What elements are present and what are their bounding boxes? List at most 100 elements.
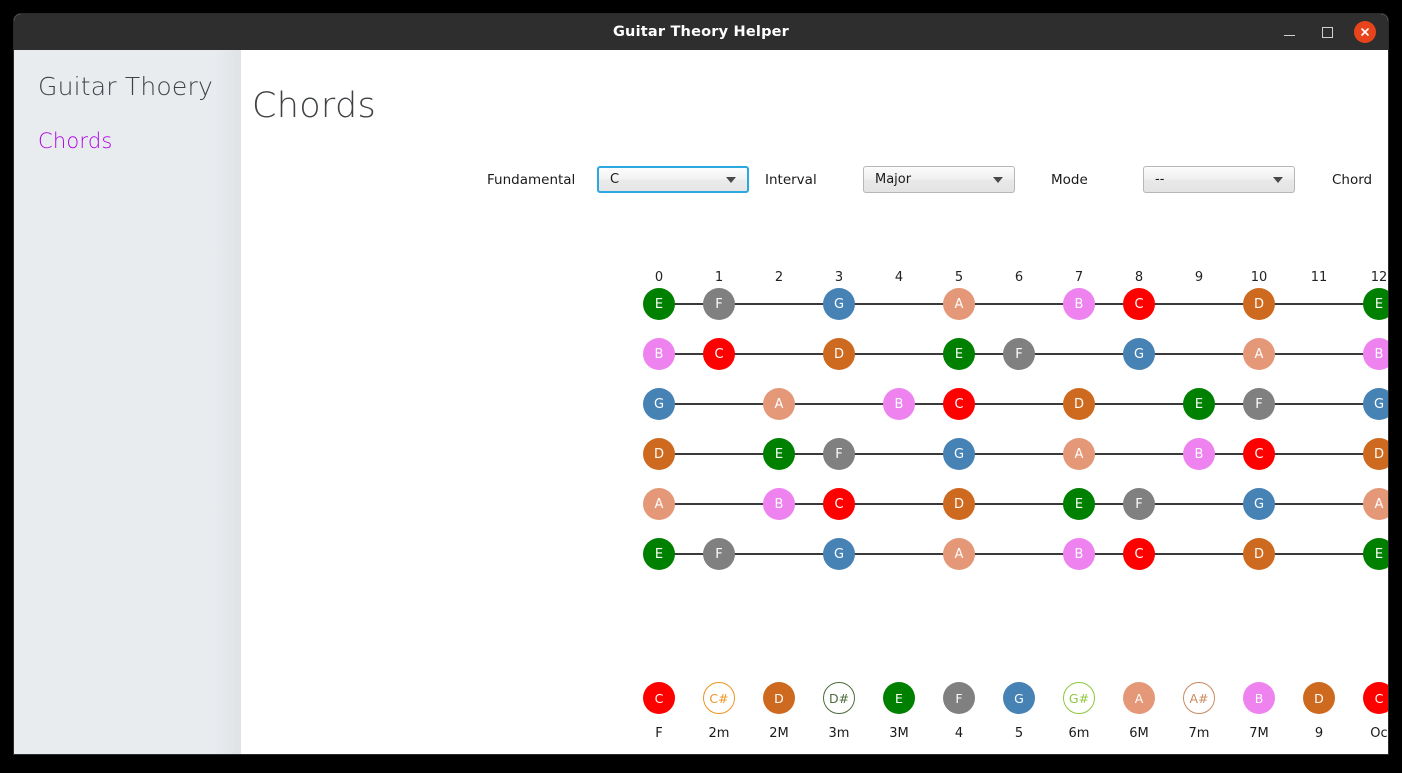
note-marker[interactable]: B [1063, 538, 1095, 570]
note-marker[interactable]: G [943, 438, 975, 470]
legend-note-circle[interactable]: E [883, 682, 915, 714]
close-button[interactable] [1352, 19, 1378, 45]
legend-item: D 2M [754, 682, 804, 741]
note-marker[interactable]: C [1243, 438, 1275, 470]
main-panel: Chords Fundamental C Interval Major Mode -- Ch… [241, 50, 1388, 754]
legend-degree-label: 3m [828, 726, 850, 741]
note-marker[interactable]: D [823, 338, 855, 370]
fret-number-3: 3 [834, 270, 844, 285]
note-marker[interactable]: A [763, 388, 795, 420]
note-marker[interactable]: F [703, 538, 735, 570]
sidebar-title: Guitar Thoery [38, 72, 213, 101]
note-marker[interactable]: B [643, 338, 675, 370]
page-title: Chords [252, 86, 377, 126]
title-bar[interactable]: Guitar Theory Helper [14, 14, 1388, 50]
note-marker[interactable]: A [1063, 438, 1095, 470]
legend-note-circle[interactable]: F [943, 682, 975, 714]
sidebar-item-chords[interactable]: Chords [14, 101, 241, 153]
maximize-button[interactable] [1314, 19, 1340, 45]
note-marker[interactable]: A [943, 288, 975, 320]
note-marker[interactable]: G [823, 288, 855, 320]
note-marker[interactable]: A [943, 538, 975, 570]
note-marker[interactable]: E [1363, 538, 1388, 570]
note-marker[interactable]: D [1243, 288, 1275, 320]
legend-degree-label: 4 [954, 726, 964, 741]
note-marker[interactable]: B [1063, 288, 1095, 320]
note-marker[interactable]: C [703, 338, 735, 370]
legend-note-circle[interactable]: D# [823, 682, 855, 714]
note-marker[interactable]: D [1063, 388, 1095, 420]
note-marker[interactable]: F [823, 438, 855, 470]
legend-note-circle[interactable]: C [643, 682, 675, 714]
note-marker[interactable]: E [643, 288, 675, 320]
chord-label: Chord [1332, 172, 1372, 188]
fret-number-0: 0 [654, 270, 664, 285]
mode-select-value: -- [1155, 172, 1165, 187]
note-marker[interactable]: A [1243, 338, 1275, 370]
minimize-icon [1283, 34, 1295, 37]
legend-degree-label: 7M [1249, 726, 1269, 741]
note-marker[interactable]: C [943, 388, 975, 420]
note-marker[interactable]: C [823, 488, 855, 520]
legend-degree-label: 6M [1129, 726, 1149, 741]
note-marker[interactable]: E [1063, 488, 1095, 520]
legend-note-circle[interactable]: C# [703, 682, 735, 714]
legend-note-circle[interactable]: B [1243, 682, 1275, 714]
interval-select[interactable]: Major [863, 166, 1015, 193]
note-marker[interactable]: G [1363, 388, 1388, 420]
note-marker[interactable]: G [823, 538, 855, 570]
legend-item: A# 7m [1174, 682, 1224, 741]
note-marker[interactable]: G [643, 388, 675, 420]
note-marker[interactable]: C [1123, 288, 1155, 320]
legend-note-circle[interactable]: C [1363, 682, 1388, 714]
legend-degree-label: 2m [708, 726, 730, 741]
legend-note-circle[interactable]: D [1303, 682, 1335, 714]
note-marker[interactable]: F [1003, 338, 1035, 370]
chevron-down-icon [726, 176, 736, 183]
legend-item: A 6M [1114, 682, 1164, 741]
legend-note-circle[interactable]: D [763, 682, 795, 714]
legend-item: D9 [1294, 682, 1344, 741]
legend-degree-label: Oc [1370, 726, 1388, 741]
minimize-button[interactable] [1276, 19, 1302, 45]
note-marker[interactable]: A [643, 488, 675, 520]
note-marker[interactable]: E [763, 438, 795, 470]
note-marker[interactable]: G [1123, 338, 1155, 370]
note-marker[interactable]: D [943, 488, 975, 520]
note-marker[interactable]: F [1123, 488, 1155, 520]
legend-degree-label: 3M [889, 726, 909, 741]
note-marker[interactable]: E [643, 538, 675, 570]
note-marker[interactable]: B [763, 488, 795, 520]
controls-row: FundamentalCIntervalMajorMode--Chord-- [241, 166, 1388, 210]
note-marker[interactable]: D [1243, 538, 1275, 570]
legend-note-circle[interactable]: G# [1063, 682, 1095, 714]
legend-item: G# 6m [1054, 682, 1104, 741]
mode-label-text: Mode [1051, 172, 1088, 188]
fundamental-label-text: Fundamental [487, 172, 576, 188]
window-content: Guitar Thoery Chords Chords Fundamental C… [14, 50, 1388, 754]
mode-select[interactable]: -- [1143, 166, 1295, 193]
note-marker[interactable]: B [1183, 438, 1215, 470]
note-marker[interactable]: G [1243, 488, 1275, 520]
note-marker[interactable]: F [1243, 388, 1275, 420]
note-marker[interactable]: B [1363, 338, 1388, 370]
mode-label: Mode [1051, 172, 1088, 188]
note-marker[interactable]: E [1183, 388, 1215, 420]
note-marker[interactable]: F [703, 288, 735, 320]
window-title: Guitar Theory Helper [612, 24, 790, 40]
legend-note-circle[interactable]: A# [1183, 682, 1215, 714]
legend-note-circle[interactable]: A [1123, 682, 1155, 714]
note-marker[interactable]: A [1363, 488, 1388, 520]
window-controls [1276, 14, 1378, 50]
chord-label-text: Chord [1332, 172, 1373, 188]
note-marker[interactable]: E [943, 338, 975, 370]
note-marker[interactable]: D [1363, 438, 1388, 470]
note-marker[interactable]: D [643, 438, 675, 470]
note-marker[interactable]: E [1363, 288, 1388, 320]
note-marker[interactable]: B [883, 388, 915, 420]
fret-number-8: 8 [1134, 270, 1144, 285]
note-marker[interactable]: C [1123, 538, 1155, 570]
fundamental-select[interactable]: C [597, 166, 749, 193]
legend-note-circle[interactable]: G [1003, 682, 1035, 714]
legend-degree-label: 7m [1188, 726, 1210, 741]
